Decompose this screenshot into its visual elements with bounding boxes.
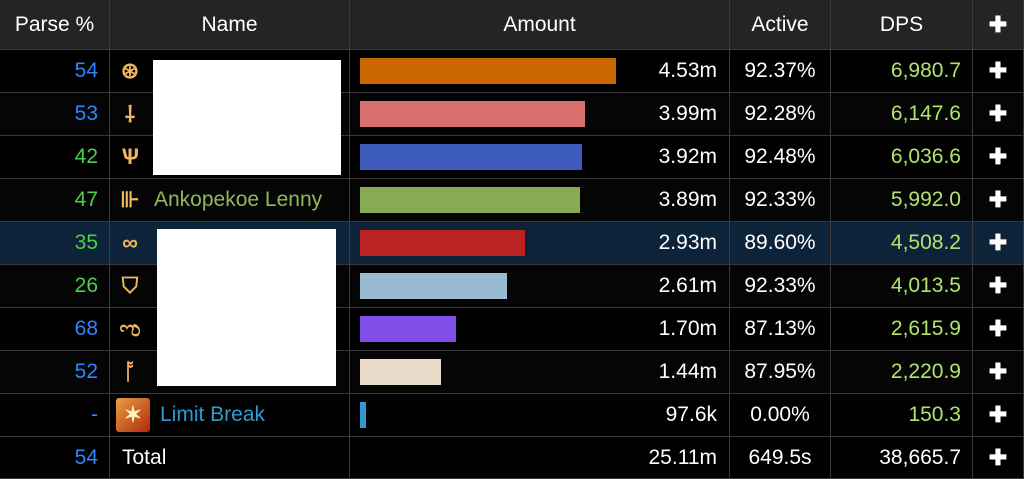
parse-percent: 53 [0, 93, 110, 136]
header-active[interactable]: Active [730, 0, 831, 50]
total-label: Total [110, 437, 350, 479]
amount-cell: 97.6k [350, 394, 730, 437]
damage-bar-track [360, 402, 616, 428]
active-percent: 87.13% [730, 308, 831, 351]
redaction-box [153, 60, 341, 175]
damage-bar-track [360, 101, 616, 127]
limit-break-icon: ✶ [116, 398, 150, 432]
amount-cell: 1.70m [350, 308, 730, 351]
amount-value: 4.53m [658, 59, 717, 82]
staff-icon: ᚩ [123, 359, 137, 384]
total-amount: 25.11m [350, 437, 730, 479]
amount-cell: 3.99m [350, 93, 730, 136]
expand-row-button[interactable]: ✚ [973, 351, 1024, 394]
expand-row-button[interactable]: ✚ [973, 222, 1024, 265]
amount-cell: 2.61m [350, 265, 730, 308]
damage-bar [360, 273, 508, 299]
expand-row-button[interactable]: ✚ [973, 93, 1024, 136]
combatant-name: Ankopekoe Lenny [154, 188, 323, 211]
dps-value: 2,220.9 [831, 351, 973, 394]
bow-icon: ⊪ [120, 187, 140, 212]
combatant-name: Limit Break [160, 403, 266, 426]
expand-row-button[interactable]: ✚ [973, 265, 1024, 308]
damage-bar-track [360, 359, 616, 385]
active-percent: 92.33% [730, 179, 831, 222]
dps-value: 5,992.0 [831, 179, 973, 222]
parse-percent: 52 [0, 351, 110, 394]
damage-bar [360, 359, 442, 385]
amount-value: 1.70m [658, 317, 717, 340]
header-parse[interactable]: Parse % [0, 0, 110, 50]
rapier-icon: ⸸ [124, 102, 136, 127]
dps-value: 6,147.6 [831, 93, 973, 136]
damage-bar-track [360, 144, 616, 170]
parse-percent: 42 [0, 136, 110, 179]
damage-bar [360, 187, 580, 213]
total-dps: 38,665.7 [831, 437, 973, 479]
combatant-name-cell[interactable]: ✶ Limit Break [110, 394, 350, 437]
damage-bar-track [360, 187, 616, 213]
expand-row-button[interactable]: ✚ [973, 179, 1024, 222]
damage-bar [360, 58, 617, 84]
dps-value: 6,980.7 [831, 50, 973, 93]
amount-value: 1.44m [658, 360, 717, 383]
sword-sigil-icon: ⊛ [120, 58, 140, 83]
shield-icon: ⛉ [121, 273, 139, 298]
active-percent: 92.33% [730, 265, 831, 308]
expand-row-button[interactable]: ✚ [973, 50, 1024, 93]
damage-bar-track [360, 230, 616, 256]
parse-percent: 26 [0, 265, 110, 308]
amount-cell: 3.89m [350, 179, 730, 222]
amount-cell: 2.93m [350, 222, 730, 265]
damage-bar [360, 144, 582, 170]
damage-bar [360, 230, 526, 256]
parse-percent: - [0, 394, 110, 437]
header-dps[interactable]: DPS [831, 0, 973, 50]
parse-percent: 54 [0, 50, 110, 93]
active-percent: 0.00% [730, 394, 831, 437]
amount-cell: 1.44m [350, 351, 730, 394]
parse-percent: 47 [0, 179, 110, 222]
total-duration: 649.5s [730, 437, 831, 479]
dps-value: 4,013.5 [831, 265, 973, 308]
amount-cell: 3.92m [350, 136, 730, 179]
header-amount[interactable]: Amount [350, 0, 730, 50]
knot-icon: ಌ [119, 316, 141, 341]
active-percent: 92.48% [730, 136, 831, 179]
parse-percent: 35 [0, 222, 110, 265]
damage-bar [360, 402, 366, 428]
active-percent: 89.60% [730, 222, 831, 265]
expand-row-button[interactable]: ✚ [973, 308, 1024, 351]
amount-value: 97.6k [665, 403, 717, 426]
active-percent: 92.37% [730, 50, 831, 93]
parse-percent: 68 [0, 308, 110, 351]
total-expand-button[interactable]: ✚ [973, 437, 1024, 479]
damage-bar-track [360, 273, 616, 299]
combatant-name-cell[interactable]: ⊪ Ankopekoe Lenny [110, 179, 350, 222]
header-add-column-button[interactable]: ✚ [973, 0, 1024, 50]
active-percent: 87.95% [730, 351, 831, 394]
dps-value: 150.3 [831, 394, 973, 437]
total-parse-percent: 54 [0, 437, 110, 479]
infinity-icon: ∞ [122, 230, 138, 255]
dps-value: 6,036.6 [831, 136, 973, 179]
active-percent: 92.28% [730, 93, 831, 136]
lance-icon: Ѱ [121, 144, 139, 169]
dps-value: 2,615.9 [831, 308, 973, 351]
amount-value: 2.93m [658, 231, 717, 254]
amount-value: 3.92m [658, 145, 717, 168]
damage-bar [360, 316, 456, 342]
amount-value: 2.61m [658, 274, 717, 297]
damage-bar [360, 101, 586, 127]
damage-bar-track [360, 58, 617, 84]
redaction-box [157, 229, 336, 386]
amount-value: 3.89m [658, 188, 717, 211]
dps-value: 4,508.2 [831, 222, 973, 265]
amount-cell: 4.53m [350, 50, 730, 93]
expand-row-button[interactable]: ✚ [973, 136, 1024, 179]
header-name[interactable]: Name [110, 0, 350, 50]
damage-bar-track [360, 316, 616, 342]
expand-row-button[interactable]: ✚ [973, 394, 1024, 437]
amount-value: 3.99m [658, 102, 717, 125]
